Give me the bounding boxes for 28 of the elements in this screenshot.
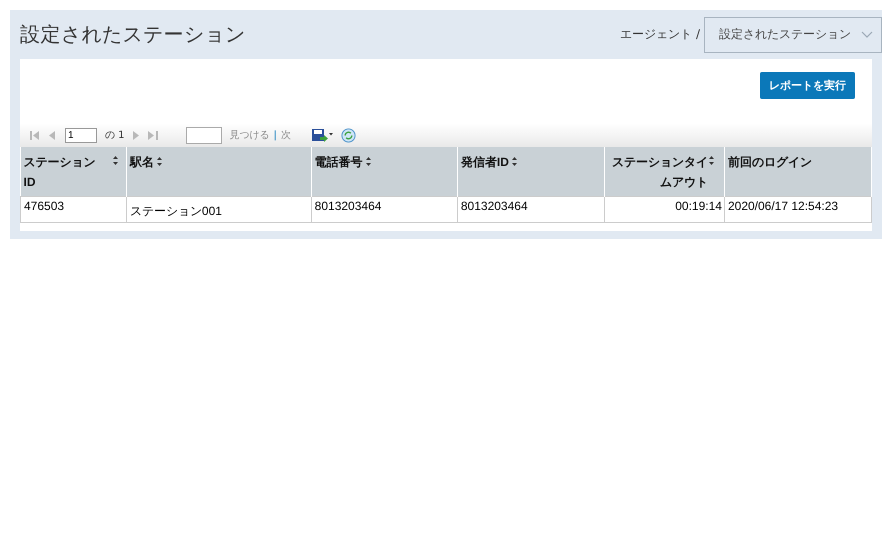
- sort-icon[interactable]: [708, 156, 714, 165]
- sort-icon[interactable]: [366, 157, 371, 166]
- column-header[interactable]: ステーションタイムアウト: [604, 147, 724, 196]
- run-report-button[interactable]: レポートを実行: [760, 72, 855, 99]
- table-cell: 00:19:14: [604, 196, 724, 222]
- table-cell: 2020/06/17 12:54:23: [724, 196, 872, 222]
- table-cell: 8013203464: [311, 196, 458, 222]
- sort-icon[interactable]: [156, 157, 162, 166]
- chevron-icon: [861, 30, 873, 38]
- station-dropdown[interactable]: 設定されたステーション: [704, 16, 882, 52]
- column-header[interactable]: 発信者ID: [457, 147, 604, 196]
- column-header[interactable]: 駅名: [126, 147, 312, 196]
- sort-icon[interactable]: [512, 157, 517, 166]
- page-number-field[interactable]: 1: [65, 128, 97, 142]
- page-count: の 1: [105, 129, 125, 142]
- separator-text: |: [274, 130, 277, 140]
- breadcrumb-link[interactable]: エージェント /: [620, 26, 700, 43]
- page-title: 設定されたステーション: [20, 21, 246, 48]
- column-header[interactable]: 電話番号: [311, 147, 458, 196]
- column-header[interactable]: 前回のログイン: [724, 147, 872, 196]
- sort-icon[interactable]: [112, 156, 118, 165]
- table-cell: 8013203464: [457, 196, 604, 222]
- table-cell: 476503: [20, 196, 126, 222]
- table-cell: ステーション001: [126, 196, 312, 222]
- column-header[interactable]: ステーションID: [20, 147, 126, 196]
- refresh-icon[interactable]: [340, 128, 356, 142]
- save-icon[interactable]: [310, 128, 333, 142]
- find-field[interactable]: [186, 126, 222, 144]
